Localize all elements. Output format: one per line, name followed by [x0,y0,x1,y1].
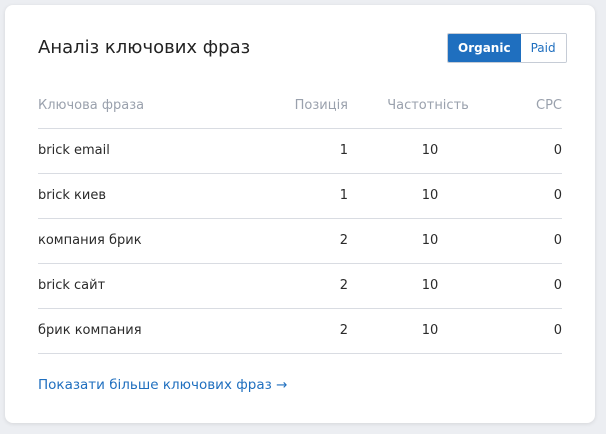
card-title: Аналіз ключових фраз [38,37,251,58]
table-row: brick email 1 10 0 [38,129,562,174]
cell-position: 1 [339,143,348,158]
cell-cpc: 0 [553,323,562,338]
cell-position: 2 [339,278,348,293]
show-more-keywords-link[interactable]: Показати більше ключових фраз → [38,377,287,393]
cell-cpc: 0 [553,278,562,293]
cell-phrase: brick сайт [38,278,106,293]
table-row: брик компания 2 10 0 [38,309,562,354]
table-header-row: Ключова фраза Позиція Частотність CPC [38,83,562,129]
header-phrase: Ключова фраза [38,98,145,113]
cell-phrase: brick email [38,143,110,158]
table-row: brick киев 1 10 0 [38,174,562,219]
cell-phrase: компания брик [38,233,142,248]
cell-frequency: 10 [421,188,439,203]
keywords-table: Ключова фраза Позиція Частотність CPC br… [38,83,562,354]
table-row: brick сайт 2 10 0 [38,264,562,309]
cell-phrase: brick киев [38,188,106,203]
header-frequency: Частотність [387,98,469,113]
paid-toggle-button[interactable]: Paid [520,34,566,62]
cell-cpc: 0 [553,143,562,158]
cell-position: 2 [339,233,348,248]
cell-frequency: 10 [421,323,439,338]
keyword-analysis-card: Аналіз ключових фраз Organic Paid Ключов… [5,5,595,423]
organic-toggle-button[interactable]: Organic [448,34,521,62]
table-row: компания брик 2 10 0 [38,219,562,264]
cell-frequency: 10 [421,143,439,158]
header-cpc: CPC [536,98,562,113]
cell-frequency: 10 [421,233,439,248]
cell-cpc: 0 [553,233,562,248]
cell-cpc: 0 [553,188,562,203]
cell-frequency: 10 [421,278,439,293]
cell-phrase: брик компания [38,323,142,338]
organic-paid-toggle: Organic Paid [447,33,567,63]
cell-position: 1 [339,188,348,203]
cell-position: 2 [339,323,348,338]
header-position: Позиція [294,98,348,113]
